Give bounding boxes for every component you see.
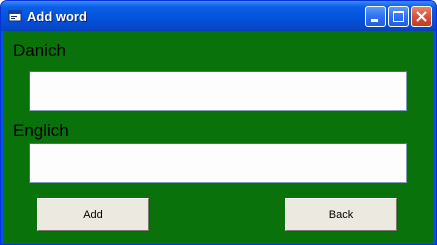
close-button[interactable] [411,6,432,27]
back-button[interactable]: Back [285,198,397,231]
app-window-icon [8,9,22,23]
window-title: Add word [27,9,87,24]
minimize-button[interactable] [365,6,386,27]
close-icon [416,11,427,22]
maximize-icon [393,11,404,22]
danish-label: Danich [13,41,66,60]
form-client-area: Danich Englich Add Back [4,31,433,243]
title-bar[interactable]: Add word [1,1,436,31]
minimize-icon [371,19,378,22]
danish-input[interactable] [29,71,407,111]
english-input[interactable] [29,143,407,183]
add-button[interactable]: Add [37,198,149,231]
add-word-window: Add word Danich Englich Add Back [0,0,437,245]
maximize-button[interactable] [388,6,409,27]
english-label: Englich [13,121,69,140]
